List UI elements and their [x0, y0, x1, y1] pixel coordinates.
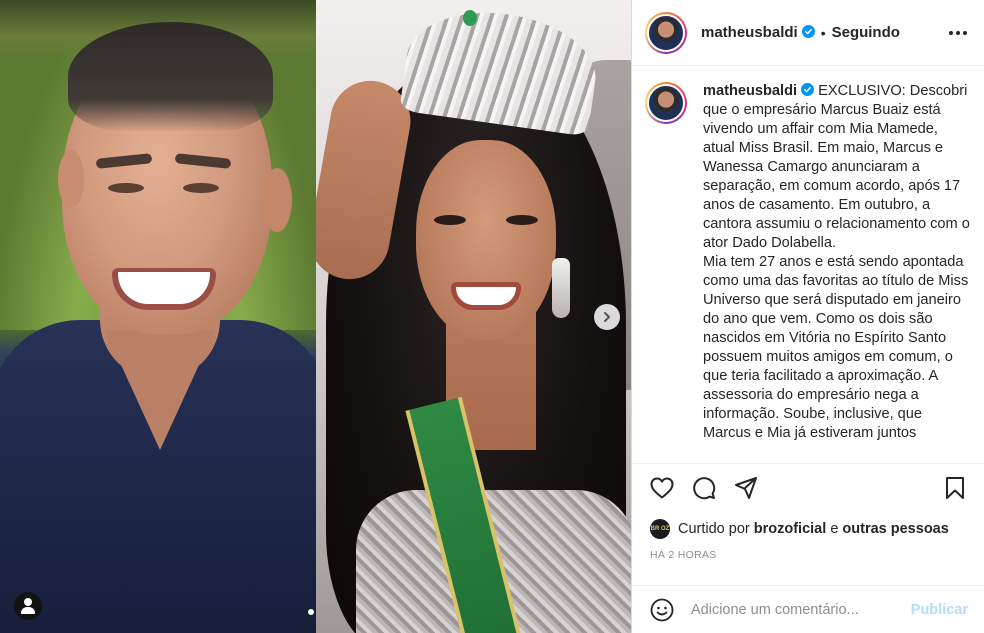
likes-prefix: Curtido por [678, 521, 750, 537]
more-options-button[interactable] [946, 21, 970, 45]
heart-icon [650, 477, 674, 498]
comment-icon [693, 476, 716, 499]
caption-author-avatar[interactable] [645, 82, 687, 124]
caption-author-username[interactable]: matheusbaldi [703, 83, 797, 99]
emoji-icon [650, 598, 674, 621]
save-button[interactable] [942, 475, 968, 501]
comment-input[interactable] [691, 601, 911, 618]
likes-summary: BR OZ Curtido por brozoficial e outras p… [632, 511, 984, 541]
chevron-right-icon [604, 312, 610, 322]
others-likes-link[interactable]: outras pessoas [842, 521, 948, 537]
verified-icon [801, 83, 815, 96]
post-timestamp[interactable]: HÁ 2 HORAS [632, 541, 984, 567]
follow-status-button[interactable]: Seguindo [832, 24, 900, 41]
verified-icon [801, 25, 815, 38]
comment-composer: Publicar [632, 585, 984, 633]
user-tag-icon[interactable] [14, 592, 42, 620]
separator-dot: • [820, 24, 826, 41]
action-bar [632, 463, 984, 511]
author-avatar[interactable] [645, 11, 687, 54]
photo-miss-brasil [316, 0, 631, 633]
like-button[interactable] [649, 475, 675, 501]
share-icon [735, 476, 757, 499]
likes-joiner: e [830, 521, 839, 537]
post-header: matheusbaldi • Seguindo [632, 0, 984, 66]
comment-button[interactable] [691, 475, 717, 501]
share-button[interactable] [733, 475, 759, 501]
emoji-button[interactable] [649, 597, 675, 623]
post-media[interactable] [0, 0, 632, 633]
caption-area: matheusbaldi EXCLUSIVO: Descobri que o e… [632, 66, 984, 463]
instagram-post-modal: matheusbaldi • Seguindo matheusbaldi EXC… [0, 0, 984, 633]
photo-man-smiling [0, 0, 316, 633]
author-username-text[interactable]: matheusbaldi [701, 24, 798, 41]
next-media-button[interactable] [594, 304, 620, 330]
post-caption: matheusbaldi EXCLUSIVO: Descobri que o e… [703, 82, 970, 463]
publish-button[interactable]: Publicar [911, 602, 968, 618]
caption-text: EXCLUSIVO: Descobri que o empresário Mar… [703, 83, 970, 441]
author-username[interactable]: matheusbaldi [701, 24, 815, 41]
bookmark-icon [946, 476, 964, 499]
post-side-panel: matheusbaldi • Seguindo matheusbaldi EXC… [632, 0, 984, 633]
more-icon [949, 30, 967, 35]
liker-username[interactable]: brozoficial [754, 521, 827, 537]
carousel-dot-indicator [308, 609, 314, 615]
likes-text: Curtido por brozoficial e outras pessoas [678, 521, 949, 537]
liker-avatar[interactable]: BR OZ [650, 519, 670, 539]
